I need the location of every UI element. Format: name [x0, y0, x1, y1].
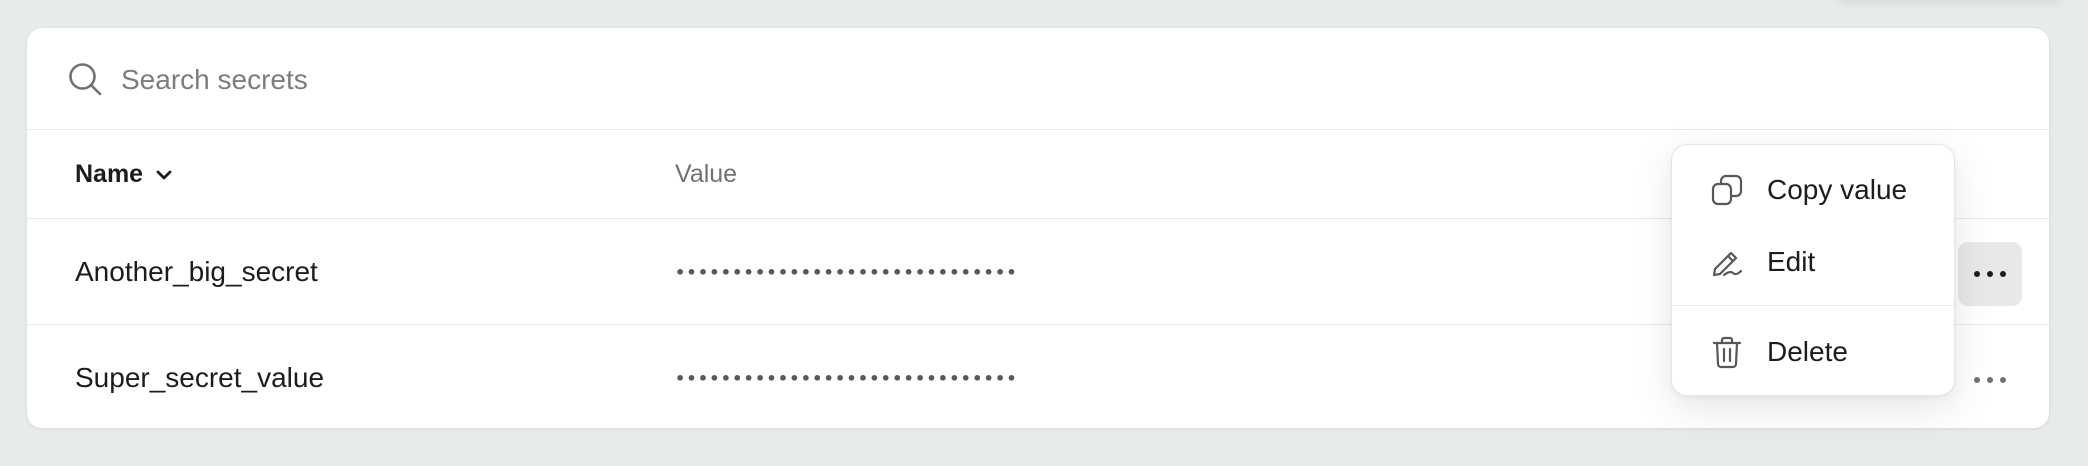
row-actions-button[interactable] — [1958, 242, 2022, 306]
secret-value-masked: •••••••••••••••••••••••••••••• — [675, 262, 1018, 282]
search-bar — [27, 28, 2049, 130]
edit-label: Edit — [1767, 246, 1816, 277]
row-actions-menu: Copy value Edit Delete — [1671, 144, 1955, 396]
value-column-header: Value — [675, 130, 737, 219]
pencil-icon — [1712, 251, 1743, 277]
search-icon — [69, 63, 102, 96]
more-horizontal-icon — [1974, 271, 2006, 277]
chevron-down-icon — [156, 170, 172, 179]
more-horizontal-icon — [1974, 377, 2006, 383]
delete-menu-item[interactable]: Delete — [1672, 317, 1954, 387]
edit-menu-item[interactable]: Edit — [1672, 227, 1954, 297]
menu-divider — [1672, 305, 1954, 306]
name-column-header[interactable]: Name — [75, 130, 175, 219]
secret-name: Another_big_secret — [75, 256, 318, 287]
trash-icon — [1712, 336, 1742, 369]
secret-name: Super_secret_value — [75, 362, 325, 393]
copy-value-label: Copy value — [1767, 174, 1908, 205]
secret-value-masked: •••••••••••••••••••••••••••••• — [675, 368, 1018, 388]
copy-value-menu-item[interactable]: Copy value — [1672, 155, 1954, 225]
search-input[interactable] — [121, 56, 1921, 104]
delete-label: Delete — [1767, 336, 1848, 367]
copy-icon — [1711, 174, 1743, 206]
row-actions-button[interactable] — [1958, 348, 2022, 412]
name-column-label: Name — [75, 160, 144, 188]
value-column-label: Value — [675, 160, 738, 188]
